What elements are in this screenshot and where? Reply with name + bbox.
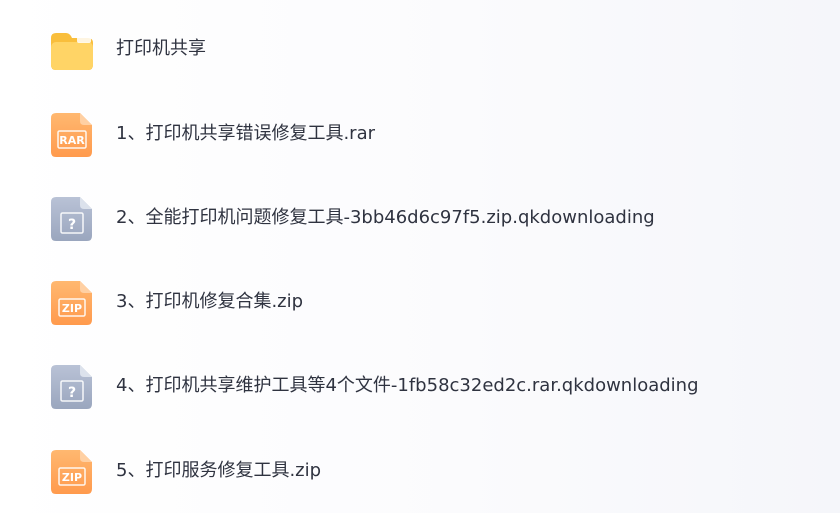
file-row-folder[interactable]: 打印机共享	[0, 7, 840, 91]
file-name: 3、打印机修复合集.zip	[116, 291, 304, 312]
svg-text:?: ?	[68, 385, 76, 401]
file-name: 5、打印服务修复工具.zip	[116, 460, 322, 481]
file-row-unknown[interactable]: ? 4、打印机共享维护工具等4个文件-1fb58c32ed2c.rar.qkdo…	[0, 344, 840, 428]
folder-icon	[50, 28, 94, 72]
file-name: 4、打印机共享维护工具等4个文件-1fb58c32ed2c.rar.qkdown…	[116, 375, 699, 396]
file-row-rar[interactable]: RAR 1、打印机共享错误修复工具.rar	[0, 92, 840, 176]
unknown-file-icon: ?	[50, 197, 94, 241]
file-name: 打印机共享	[116, 38, 206, 59]
file-row-zip[interactable]: ZIP 3、打印机修复合集.zip	[0, 260, 840, 344]
unknown-file-icon: ?	[50, 365, 94, 409]
svg-text:?: ?	[68, 217, 76, 233]
file-name: 1、打印机共享错误修复工具.rar	[116, 123, 376, 144]
zip-file-icon: ZIP	[50, 450, 94, 494]
zip-file-icon: ZIP	[50, 281, 94, 325]
rar-file-icon: RAR	[50, 113, 94, 157]
svg-text:ZIP: ZIP	[62, 302, 82, 315]
file-list: 打印机共享 RAR 1、打印机共享错误修复工具.rar ? 2、全能打印机问题修…	[0, 0, 840, 508]
file-row-unknown[interactable]: ? 2、全能打印机问题修复工具-3bb46d6c97f5.zip.qkdownl…	[0, 176, 840, 260]
file-row-zip[interactable]: ZIP 5、打印服务修复工具.zip	[0, 429, 840, 513]
file-name: 2、全能打印机问题修复工具-3bb46d6c97f5.zip.qkdownloa…	[116, 207, 655, 228]
svg-text:ZIP: ZIP	[62, 471, 82, 484]
svg-text:RAR: RAR	[59, 134, 85, 147]
